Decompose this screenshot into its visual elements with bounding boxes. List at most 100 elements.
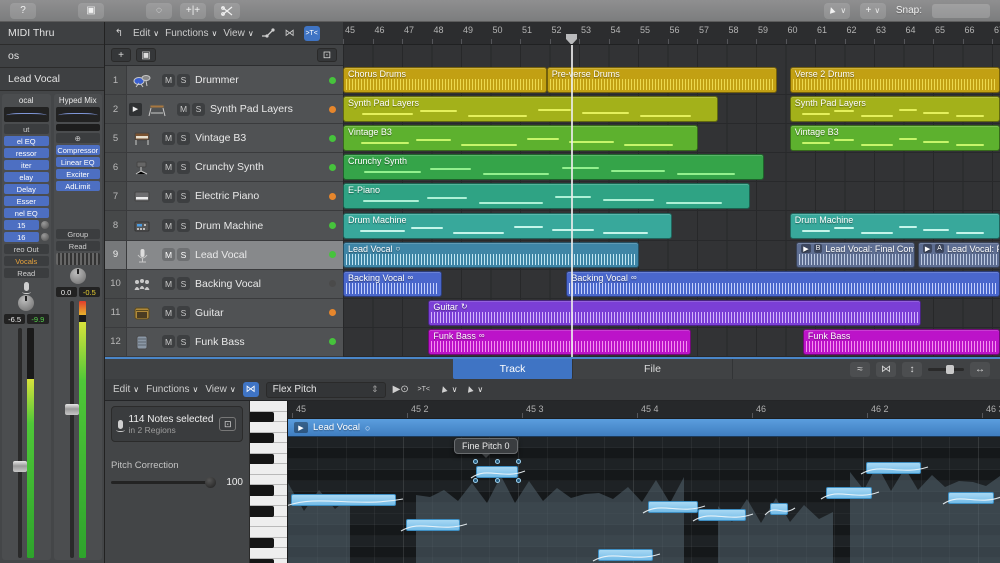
editor-menu-view[interactable]: View∨	[205, 384, 235, 395]
region-guitar[interactable]: Guitar↻	[428, 300, 921, 326]
region-backing-vocal[interactable]: Backing Vocal∞	[566, 271, 1000, 297]
region-funk-bass[interactable]: Funk Bass∞	[428, 329, 691, 355]
plugin-slot[interactable]: Linear EQ	[56, 157, 101, 167]
plugin-slot[interactable]: elay	[4, 172, 49, 182]
plugin-slot[interactable]: Esser	[4, 196, 49, 206]
group-slot[interactable]: Group	[56, 229, 101, 239]
solo-button[interactable]: S	[177, 248, 190, 261]
solo-button[interactable]: S	[177, 219, 190, 232]
track-play-icon[interactable]: ▶	[129, 103, 142, 116]
note-handle[interactable]	[495, 478, 500, 483]
send-knob[interactable]	[41, 233, 49, 241]
piano-black-key[interactable]	[250, 506, 274, 517]
pan-knob[interactable]	[18, 295, 34, 311]
solo-button[interactable]: S	[177, 277, 190, 290]
editor-pointer-tool[interactable]: ▲∨	[439, 382, 458, 397]
send-slot[interactable]: 16	[4, 232, 39, 242]
join-icon[interactable]: +|+	[180, 3, 206, 19]
solo-button[interactable]: S	[177, 190, 190, 203]
eq-thumbnail[interactable]	[56, 107, 101, 122]
piano-white-key[interactable]	[250, 548, 288, 559]
pitch-correction-slider[interactable]	[111, 481, 214, 484]
region-lead-vocal-fi[interactable]: ▶ALead Vocal: Fi	[918, 242, 1000, 268]
piano-black-key[interactable]	[250, 559, 274, 563]
panel-toggle-icon[interactable]: ▣	[78, 3, 104, 19]
region-synth-pad-layers[interactable]: Synth Pad Layers	[343, 96, 718, 122]
track-header-synth-pad-layers[interactable]: 2 ▶ M S Synth Pad Layers	[105, 95, 343, 124]
solo-button[interactable]: S	[177, 132, 190, 145]
pitch-note[interactable]	[598, 549, 653, 561]
catch-icon[interactable]: ▶⊙	[393, 382, 409, 397]
mute-button[interactable]: M	[162, 161, 175, 174]
arrange-menu-functions[interactable]: Functions∨	[165, 28, 217, 39]
region-chorus-drums[interactable]: Chorus Drums	[343, 67, 547, 93]
region-pre-verse-drums[interactable]: Pre-verse Drums	[547, 67, 777, 93]
track-lane[interactable]: Crunchy Synth	[343, 153, 1000, 182]
plugin-slot[interactable]: Delay	[4, 184, 49, 194]
catch-playhead-icon[interactable]: >T<	[304, 26, 320, 41]
region-lead-vocal[interactable]: Lead Vocal○	[343, 242, 639, 268]
track-inspector-header[interactable]: Lead Vocal	[0, 68, 104, 91]
tab-file[interactable]: File	[573, 359, 733, 379]
pointer-tool-selector[interactable]: ▲∨	[824, 3, 850, 19]
snap-dropdown[interactable]	[932, 4, 990, 18]
region-verse-2-drums[interactable]: Verse 2 Drums	[790, 67, 1000, 93]
track-name[interactable]: Drummer	[195, 74, 329, 86]
region-inspector-header[interactable]: MIDI Thru	[0, 22, 104, 45]
note-handle[interactable]	[473, 459, 478, 464]
mute-button[interactable]: M	[177, 103, 190, 116]
output-slot[interactable]: reo Out	[4, 244, 49, 254]
editor-menu-edit[interactable]: Edit∨	[113, 384, 139, 395]
volume-fader[interactable]	[70, 301, 74, 558]
plugin-slot[interactable]: iter	[4, 160, 49, 170]
track-header-vintage-b3[interactable]: 5 M S Vintage B3	[105, 124, 343, 153]
pitch-note[interactable]	[770, 503, 788, 515]
flex-icon[interactable]: ⋈	[243, 382, 259, 397]
automation-icon[interactable]	[260, 26, 276, 41]
cycle-icon[interactable]: ◌	[146, 3, 172, 19]
track-name[interactable]: Funk Bass	[195, 336, 329, 348]
mute-button[interactable]: M	[162, 306, 175, 319]
note-handle[interactable]	[516, 459, 521, 464]
pitch-grid[interactable]: Fine Pitch 0	[288, 437, 1000, 563]
pitch-note[interactable]	[698, 509, 746, 521]
horizontal-zoom-icon[interactable]: ↔	[970, 362, 990, 377]
waveform-zoom-icon[interactable]: ≈	[850, 362, 870, 377]
note-handle[interactable]	[516, 478, 521, 483]
piano-white-key[interactable]	[250, 443, 288, 454]
piano-black-key[interactable]	[250, 485, 274, 496]
playhead-marker[interactable]	[566, 34, 577, 45]
mute-button[interactable]: M	[162, 335, 175, 348]
catch-playhead-icon[interactable]: >T<	[416, 382, 432, 397]
track-header-funk-bass[interactable]: 12 M S Funk Bass	[105, 328, 343, 357]
track-lane[interactable]: Guitar↻	[343, 299, 1000, 328]
track-name[interactable]: Backing Vocal	[195, 278, 329, 290]
arrange-area[interactable]: Chorus Drums Pre-verse Drums Verse 2 Dru…	[343, 45, 1000, 357]
track-lane[interactable]: Synth Pad Layers Synth Pad Layers	[343, 95, 1000, 124]
arrange-menu-view[interactable]: View∨	[223, 28, 253, 39]
pitch-note[interactable]	[291, 494, 396, 506]
region-drum-machine[interactable]: Drum Machine	[790, 213, 1000, 239]
mute-button[interactable]: M	[162, 74, 175, 87]
mute-button[interactable]: M	[162, 248, 175, 261]
track-header-electric-piano[interactable]: 7 M S Electric Piano	[105, 182, 343, 211]
flex-icon[interactable]: ⋈	[282, 26, 298, 41]
group-slot[interactable]: Vocals	[4, 256, 49, 266]
region-drum-machine[interactable]: Drum Machine	[343, 213, 672, 239]
region-vintage-b3[interactable]: Vintage B3	[790, 125, 1000, 151]
pitch-note-selected[interactable]	[476, 466, 518, 478]
piano-black-key[interactable]	[250, 433, 274, 444]
track-lane[interactable]: E-Piano	[343, 182, 1000, 211]
plugin-slot[interactable]: Compressor	[56, 145, 101, 155]
tab-track[interactable]: Track	[453, 359, 573, 379]
region-vintage-b3[interactable]: Vintage B3	[343, 125, 698, 151]
track-name[interactable]: Guitar	[195, 307, 329, 319]
undo-icon[interactable]: ↰	[111, 26, 127, 41]
track-lane[interactable]: Chorus Drums Pre-verse Drums Verse 2 Dru…	[343, 66, 1000, 95]
mute-button[interactable]: M	[162, 190, 175, 203]
track-name[interactable]: Lead Vocal	[195, 249, 329, 261]
track-header-crunchy-synth[interactable]: 6 M S Crunchy Synth	[105, 153, 343, 182]
track-lane[interactable]: Lead Vocal○ ▶BLead Vocal: Final Com ▶ALe…	[343, 241, 1000, 270]
track-header-guitar[interactable]: 11 M S Guitar	[105, 299, 343, 328]
add-track-button[interactable]: +	[111, 48, 131, 62]
